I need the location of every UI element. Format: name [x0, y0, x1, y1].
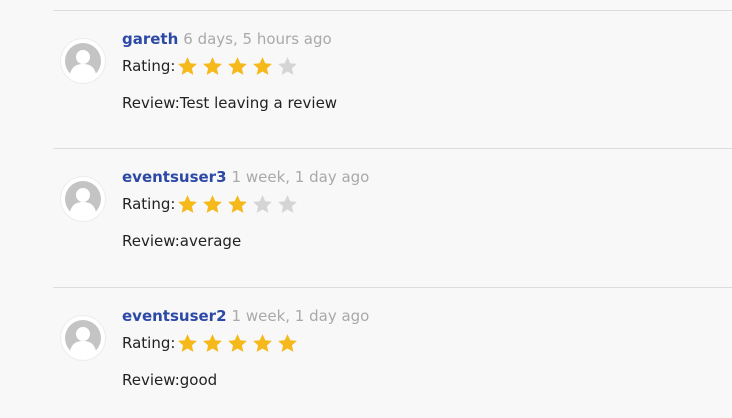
- review-header: eventsuser2 1 week, 1 day ago: [122, 306, 369, 325]
- star-rating: [176, 193, 301, 216]
- review-body: good: [179, 371, 218, 389]
- review-label: Review:: [122, 94, 180, 112]
- review-body: average: [179, 232, 242, 250]
- review-item: eventsuser3 1 week, 1 day ago Rating: Rev…: [0, 148, 732, 286]
- username-link[interactable]: gareth: [122, 30, 178, 48]
- username-link[interactable]: eventsuser2: [122, 307, 227, 325]
- review-timestamp: 1 week, 1 day ago: [231, 168, 370, 186]
- review-label: Review:: [122, 232, 180, 250]
- review-timestamp: 1 week, 1 day ago: [231, 307, 370, 325]
- username-link[interactable]: eventsuser3: [122, 168, 227, 186]
- star-filled-icon: [176, 55, 199, 78]
- star-filled-icon: [226, 55, 249, 78]
- star-filled-icon: [201, 332, 224, 355]
- star-empty-icon: [276, 55, 299, 78]
- star-empty-icon: [251, 193, 274, 216]
- review-header: gareth 6 days, 5 hours ago: [122, 29, 332, 48]
- user-avatar-icon[interactable]: [61, 316, 105, 360]
- review-body: Test leaving a review: [179, 94, 338, 112]
- star-rating: [176, 55, 301, 78]
- review-item: gareth 6 days, 5 hours ago Rating: Review…: [0, 10, 732, 148]
- reviews-list: gareth 6 days, 5 hours ago Rating: Review…: [0, 0, 732, 418]
- review-text: Review:average: [122, 232, 241, 250]
- review-header: eventsuser3 1 week, 1 day ago: [122, 167, 369, 186]
- review-label: Review:: [122, 371, 180, 389]
- rating-row: Rating:: [122, 53, 301, 79]
- star-filled-icon: [201, 193, 224, 216]
- rating-row: Rating:: [122, 191, 301, 217]
- rating-row: Rating:: [122, 330, 301, 356]
- star-filled-icon: [276, 332, 299, 355]
- star-rating: [176, 332, 301, 355]
- star-empty-icon: [276, 193, 299, 216]
- star-filled-icon: [226, 332, 249, 355]
- star-filled-icon: [251, 55, 274, 78]
- review-timestamp: 6 days, 5 hours ago: [183, 30, 332, 48]
- rating-label: Rating:: [122, 195, 176, 213]
- review-text: Review:good: [122, 371, 217, 389]
- star-filled-icon: [201, 55, 224, 78]
- star-filled-icon: [176, 193, 199, 216]
- star-filled-icon: [176, 332, 199, 355]
- star-filled-icon: [226, 193, 249, 216]
- rating-label: Rating:: [122, 334, 176, 352]
- review-text: Review:Test leaving a review: [122, 94, 337, 112]
- user-avatar-icon[interactable]: [61, 177, 105, 221]
- user-avatar-icon[interactable]: [61, 39, 105, 83]
- review-item: eventsuser2 1 week, 1 day ago Rating: Rev…: [0, 287, 732, 418]
- star-filled-icon: [251, 332, 274, 355]
- rating-label: Rating:: [122, 57, 176, 75]
